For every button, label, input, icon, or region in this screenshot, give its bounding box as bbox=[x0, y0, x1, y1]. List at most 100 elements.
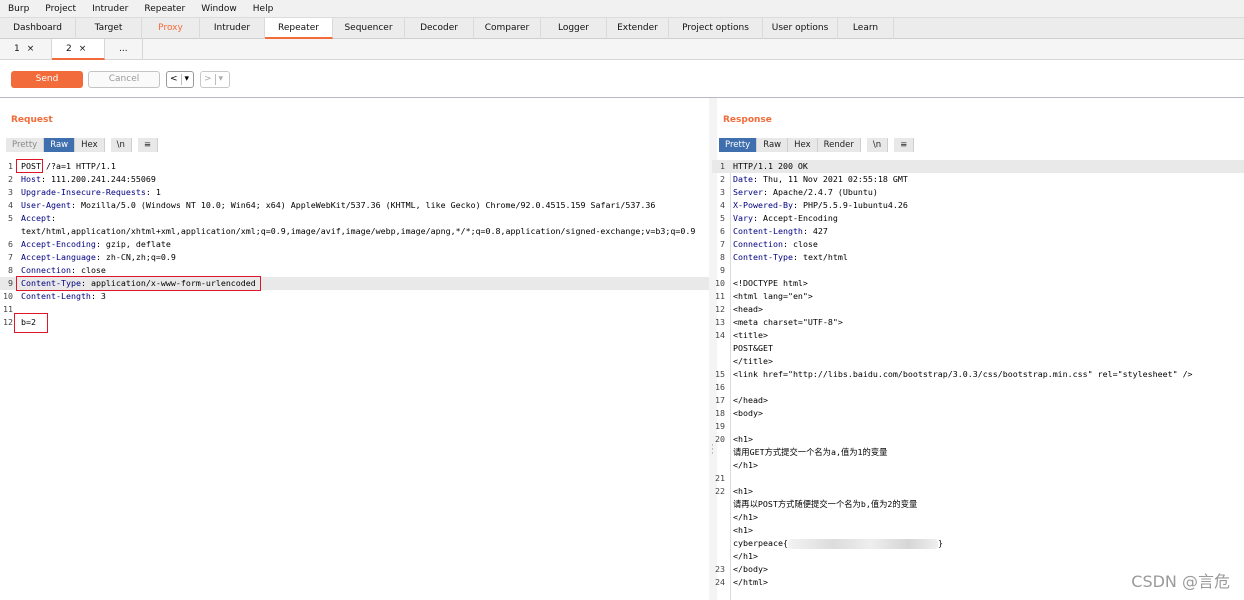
tab-intruder[interactable]: Intruder bbox=[200, 18, 265, 39]
header-name: Accept-Language bbox=[21, 252, 96, 262]
line-text: <h1> bbox=[733, 485, 753, 498]
tab-sequencer[interactable]: Sequencer bbox=[333, 18, 405, 39]
line-content: <meta charset="UTF-8"> bbox=[733, 317, 843, 327]
line-number: 8 bbox=[720, 252, 725, 262]
code-line: cyberpeace{} bbox=[712, 537, 1244, 550]
code-line: 4 X-Powered-By: PHP/5.5.9-1ubuntu4.26 bbox=[712, 199, 1244, 212]
close-icon[interactable]: × bbox=[79, 44, 87, 54]
line-text: </html> bbox=[733, 576, 768, 589]
newline-toggle-button[interactable]: \n bbox=[866, 138, 889, 152]
line-text: Accept: bbox=[21, 213, 56, 223]
menu-icon[interactable]: ≡ bbox=[137, 138, 159, 152]
tab-project-options[interactable]: Project options bbox=[669, 18, 763, 39]
menu-item[interactable]: Project bbox=[37, 4, 84, 14]
chevron-down-icon[interactable]: ▾ bbox=[216, 72, 227, 87]
menu-icon[interactable]: ≡ bbox=[894, 138, 915, 152]
code-line: </h1> bbox=[712, 511, 1244, 524]
line-text: <h1> bbox=[733, 433, 753, 446]
menu-item[interactable]: Window bbox=[193, 4, 245, 14]
line-number: 22 bbox=[715, 486, 725, 496]
code-line: 21 bbox=[712, 472, 1244, 485]
subtab-new[interactable]: ... bbox=[105, 39, 143, 60]
line-content: text/html,application/xhtml+xml,applicat… bbox=[21, 226, 696, 236]
tab-learn[interactable]: Learn bbox=[838, 18, 894, 39]
tab-target[interactable]: Target bbox=[76, 18, 142, 39]
code-line: 13 <meta charset="UTF-8"> bbox=[712, 316, 1244, 329]
header-name: X-Powered-By bbox=[733, 200, 793, 210]
line-text: <!DOCTYPE html> bbox=[733, 277, 808, 290]
line-number: 2 bbox=[720, 174, 725, 184]
line-text: Content-Length: 427 bbox=[733, 226, 828, 236]
code-line: 12 b=2 bbox=[0, 316, 709, 329]
line-number: 20 bbox=[715, 434, 725, 444]
back-arrow-icon: < bbox=[170, 74, 178, 84]
code-line: POST&GET bbox=[712, 342, 1244, 355]
code-line: 4 User-Agent: Mozilla/5.0 (Windows NT 10.… bbox=[0, 199, 709, 212]
request-pane-title: Request bbox=[11, 115, 53, 125]
line-number: 5 bbox=[720, 213, 725, 223]
line-text: </body> bbox=[733, 563, 768, 576]
header-value: Mozilla/5.0 (Windows NT 10.0; Win64; x64… bbox=[75, 200, 656, 210]
line-text: <html lang="en"> bbox=[733, 290, 813, 303]
tab-dashboard[interactable]: Dashboard bbox=[0, 18, 76, 39]
close-icon[interactable]: × bbox=[27, 44, 35, 54]
line-number: 5 bbox=[8, 213, 13, 223]
header-value: 1 bbox=[150, 187, 161, 197]
header-value: gzip, deflate bbox=[100, 239, 171, 249]
header-value: Thu, 11 Nov 2021 02:55:18 GMT bbox=[757, 174, 908, 184]
render-view-button[interactable]: Render bbox=[817, 138, 861, 152]
pretty-view-button[interactable]: Pretty bbox=[719, 138, 758, 152]
raw-view-button[interactable]: Raw bbox=[757, 138, 789, 152]
menu-item[interactable]: Intruder bbox=[84, 4, 136, 14]
pretty-view-button[interactable]: Pretty bbox=[6, 138, 45, 152]
history-back-button[interactable]: < ▾ bbox=[166, 71, 194, 88]
tab-proxy[interactable]: Proxy bbox=[142, 18, 200, 39]
cancel-button[interactable]: Cancel bbox=[88, 71, 160, 88]
tab-comparer[interactable]: Comparer bbox=[474, 18, 541, 39]
header-value: zh-CN,zh;q=0.9 bbox=[100, 252, 176, 262]
code-line: 请再以POST方式随便提交一个名为b,值为2的变量 bbox=[712, 498, 1244, 511]
line-content: <head> bbox=[733, 304, 763, 314]
tab-decoder[interactable]: Decoder bbox=[405, 18, 474, 39]
menu-item[interactable]: Help bbox=[245, 4, 282, 14]
line-content: </title> bbox=[733, 356, 773, 366]
line-content: <link href="http://libs.baidu.com/bootst… bbox=[733, 369, 1193, 379]
line-text: POST&GET bbox=[733, 342, 773, 355]
line-text: </head> bbox=[733, 394, 768, 407]
tab-user-options[interactable]: User options bbox=[763, 18, 838, 39]
menu-bar: Burp Project Intruder Repeater Window Help bbox=[0, 0, 1244, 18]
repeater-subtab-bar: 1 × 2 × ... bbox=[0, 39, 1244, 60]
raw-view-button[interactable]: Raw bbox=[44, 138, 76, 152]
chevron-down-icon[interactable]: ▾ bbox=[182, 72, 193, 87]
line-content: 请用GET方式提交一个名为a,值为1的变量 bbox=[733, 447, 888, 457]
code-line: 9 bbox=[712, 264, 1244, 277]
line-number: 8 bbox=[8, 265, 13, 275]
line-text: Accept-Language: zh-CN,zh;q=0.9 bbox=[21, 252, 176, 262]
line-text: User-Agent: Mozilla/5.0 (Windows NT 10.0… bbox=[21, 200, 656, 210]
hex-view-button[interactable]: Hex bbox=[788, 138, 818, 152]
header-name: Date bbox=[733, 174, 753, 184]
header-name: Content-Length bbox=[733, 226, 803, 236]
subtab-1[interactable]: 1 × bbox=[0, 39, 52, 60]
newline-toggle-button[interactable]: \n bbox=[110, 138, 132, 152]
tab-logger[interactable]: Logger bbox=[541, 18, 607, 39]
forward-arrow-icon: > bbox=[204, 74, 212, 84]
subtab-2[interactable]: 2 × bbox=[52, 39, 105, 60]
response-editor[interactable]: 1 HTTP/1.1 200 OK 2 Date: Thu, 11 Nov 2021 … bbox=[712, 160, 1244, 589]
send-button[interactable]: Send bbox=[11, 71, 83, 88]
tab-extender[interactable]: Extender bbox=[607, 18, 669, 39]
menu-item[interactable]: Burp bbox=[0, 4, 37, 14]
repeater-toolbar: Send Cancel < ▾ > ▾ bbox=[0, 61, 1244, 98]
code-line: 3 Server: Apache/2.4.7 (Ubuntu) bbox=[712, 186, 1244, 199]
line-number: 3 bbox=[720, 187, 725, 197]
history-forward-button[interactable]: > ▾ bbox=[200, 71, 230, 88]
menu-item[interactable]: Repeater bbox=[136, 4, 193, 14]
line-text: </h1> bbox=[733, 511, 758, 524]
hex-view-button[interactable]: Hex bbox=[75, 138, 105, 152]
request-editor[interactable]: 1 POST /?a=1 HTTP/1.1 2 Host: 111.200.241.2… bbox=[0, 160, 709, 329]
code-line: 1 POST /?a=1 HTTP/1.1 bbox=[0, 160, 709, 173]
line-number: 10 bbox=[3, 291, 13, 301]
tab-repeater[interactable]: Repeater bbox=[265, 18, 333, 39]
line-content: </h1> bbox=[733, 460, 758, 470]
response-pane-title: Response bbox=[723, 115, 772, 125]
